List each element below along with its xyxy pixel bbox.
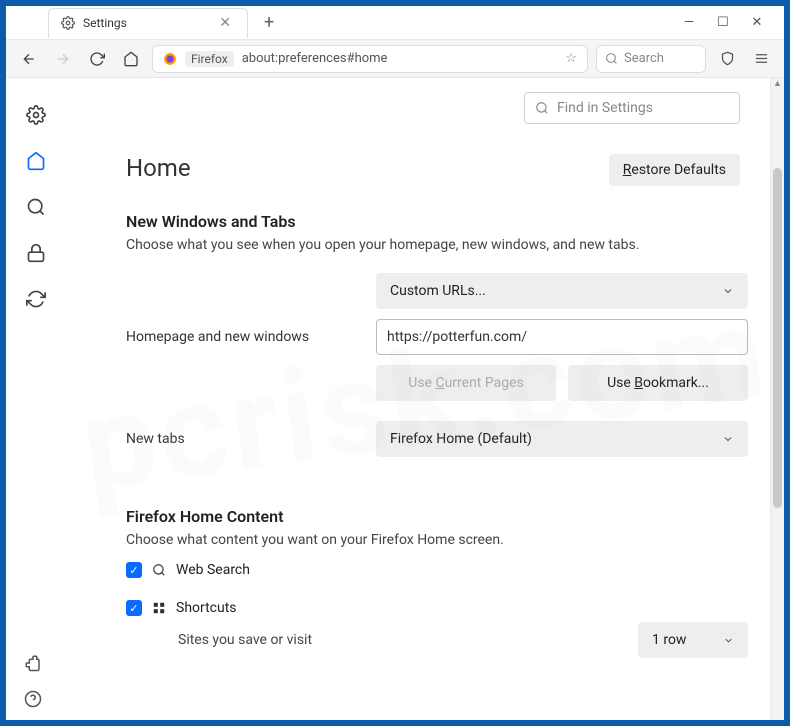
newtabs-label: New tabs — [126, 431, 356, 447]
sidebar-home-icon[interactable] — [25, 150, 47, 172]
section-home-content-desc: Choose what content you want on your Fir… — [126, 532, 748, 548]
grid-icon — [152, 601, 166, 615]
main-content: pcrisk.com Find in Settings Home Restore… — [66, 78, 784, 720]
chevron-down-icon — [722, 433, 734, 445]
find-placeholder: Find in Settings — [557, 100, 653, 116]
firefox-brand-icon — [163, 52, 177, 66]
close-window-button[interactable]: ✕ — [750, 15, 764, 30]
maximize-button[interactable]: ☐ — [716, 15, 730, 30]
toolbar-search-placeholder: Search — [624, 51, 664, 66]
use-bookmark-button[interactable]: Use Bookmark... — [568, 365, 748, 401]
sidebar-extensions-icon[interactable] — [24, 654, 42, 672]
homepage-select-value: Custom URLs... — [390, 283, 486, 299]
title-bar: Settings ✕ + — ☐ ✕ — [6, 6, 784, 40]
scrollbar-thumb[interactable] — [773, 168, 782, 508]
find-in-settings[interactable]: Find in Settings — [524, 92, 740, 124]
websearch-checkbox[interactable]: ✓ — [126, 562, 142, 578]
minimize-button[interactable]: — — [682, 15, 696, 30]
url-text: about:preferences#home — [242, 51, 388, 66]
shortcuts-rows-select[interactable]: 1 row — [638, 622, 748, 658]
new-tab-button[interactable]: + — [258, 10, 280, 35]
restore-defaults-button[interactable]: Restore Defaults — [609, 154, 740, 186]
toolbar-search[interactable]: Search — [596, 45, 706, 73]
homepage-url-input[interactable] — [376, 319, 748, 355]
sidebar-sync-icon[interactable] — [25, 288, 47, 310]
section-new-windows-desc: Choose what you see when you open your h… — [126, 237, 748, 253]
sidebar-general-icon[interactable] — [25, 104, 47, 126]
reload-button[interactable] — [84, 46, 110, 72]
shortcuts-rows-value: 1 row — [652, 632, 686, 648]
url-bar[interactable]: Firefox about:preferences#home ☆ — [152, 45, 588, 73]
back-button[interactable] — [16, 46, 42, 72]
shortcuts-checkbox[interactable]: ✓ — [126, 600, 142, 616]
shortcuts-sublabel: Sites you save or visit — [178, 632, 312, 648]
sidebar-search-icon[interactable] — [25, 196, 47, 218]
homepage-label: Homepage and new windows — [126, 329, 356, 345]
search-icon — [152, 563, 166, 577]
homepage-select[interactable]: Custom URLs... — [376, 273, 748, 309]
menu-button[interactable] — [748, 46, 774, 72]
settings-sidebar — [6, 78, 66, 720]
vertical-scrollbar[interactable]: ▲ — [770, 78, 784, 720]
shortcuts-label: Shortcuts — [176, 600, 237, 616]
tab-title: Settings — [83, 16, 127, 30]
browser-tab[interactable]: Settings ✕ — [48, 8, 248, 38]
sidebar-help-icon[interactable] — [24, 690, 42, 708]
newtabs-select-value: Firefox Home (Default) — [390, 431, 532, 447]
section-new-windows-heading: New Windows and Tabs — [126, 212, 748, 231]
scroll-up-arrow[interactable]: ▲ — [771, 78, 784, 92]
chevron-down-icon — [722, 285, 734, 297]
forward-button[interactable] — [50, 46, 76, 72]
close-tab-icon[interactable]: ✕ — [215, 13, 235, 33]
use-current-pages-button[interactable]: Use Current Pages — [376, 365, 556, 401]
sidebar-privacy-icon[interactable] — [25, 242, 47, 264]
url-protocol-pill: Firefox — [185, 51, 234, 67]
newtabs-select[interactable]: Firefox Home (Default) — [376, 421, 748, 457]
section-home-content-heading: Firefox Home Content — [126, 507, 748, 526]
chevron-down-icon — [723, 635, 734, 646]
gear-icon — [61, 16, 75, 30]
browser-toolbar: Firefox about:preferences#home ☆ Search — [6, 40, 784, 78]
shield-icon[interactable] — [714, 46, 740, 72]
websearch-label: Web Search — [176, 562, 250, 578]
bookmark-star-icon[interactable]: ☆ — [565, 51, 577, 66]
home-button[interactable] — [118, 46, 144, 72]
